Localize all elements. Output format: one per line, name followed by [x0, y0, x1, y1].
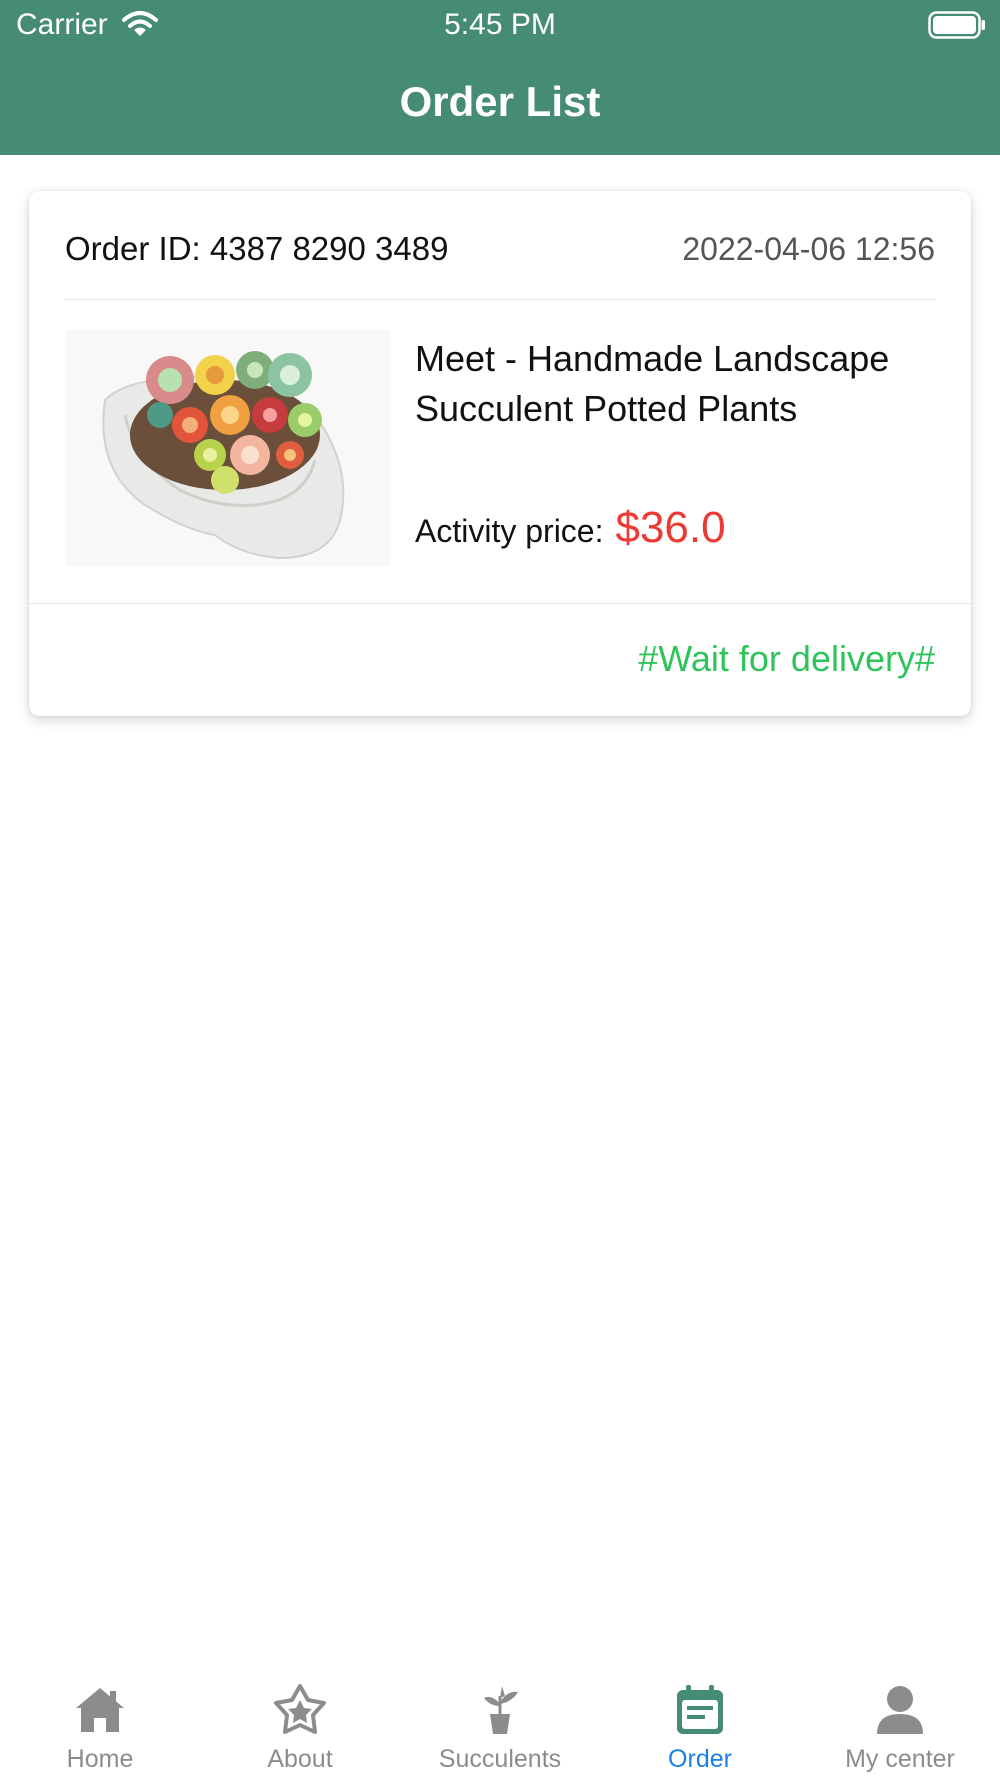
tab-label: Home — [66, 1745, 134, 1773]
wifi-icon — [122, 11, 158, 36]
product-name[interactable]: Meet - Handmade Landscape Succulent Pott… — [415, 334, 955, 434]
order-status: #Wait for delivery# — [638, 638, 935, 679]
price-line: Activity price: $36.0 — [415, 503, 726, 559]
tab-label: Order — [668, 1745, 732, 1773]
header-bar: Carrier 5:45 PM Order List — [0, 0, 1000, 155]
card-divider — [65, 299, 935, 300]
tab-about[interactable]: About — [200, 1660, 400, 1778]
tab-home[interactable]: Home — [0, 1660, 200, 1778]
tab-bar: Home About Succulents Order My center — [0, 1660, 1000, 1778]
battery-icon — [928, 11, 985, 39]
order-card[interactable]: Order ID: 4387 8290 3489 2022-04-06 12:5… — [29, 191, 971, 716]
card-divider — [29, 603, 971, 604]
plant-pot-icon — [484, 1686, 518, 1734]
page-title: Order List — [399, 78, 601, 125]
order-datetime: 2022-04-06 12:56 — [682, 231, 935, 267]
product-image[interactable] — [65, 330, 391, 566]
tab-order[interactable]: Order — [600, 1660, 800, 1778]
person-icon — [877, 1686, 923, 1734]
tab-label: My center — [845, 1745, 955, 1773]
order-id: Order ID: 4387 8290 3489 — [65, 230, 449, 267]
status-carrier: Carrier — [16, 8, 108, 41]
tab-my-center[interactable]: My center — [800, 1660, 1000, 1778]
status-time: 5:45 PM — [444, 8, 556, 41]
order-list-screen: Carrier 5:45 PM Order List Order ID: 438… — [0, 0, 1000, 1778]
price-label: Activity price: — [415, 513, 604, 549]
price-value: $36.0 — [615, 503, 726, 552]
tab-succulents[interactable]: Succulents — [400, 1660, 600, 1778]
home-icon — [76, 1688, 124, 1732]
calendar-list-icon — [677, 1685, 723, 1734]
tab-label: About — [267, 1745, 333, 1773]
succulent-pot-image — [65, 330, 391, 566]
tab-label: Succulents — [438, 1745, 562, 1773]
star-icon — [274, 1684, 326, 1734]
